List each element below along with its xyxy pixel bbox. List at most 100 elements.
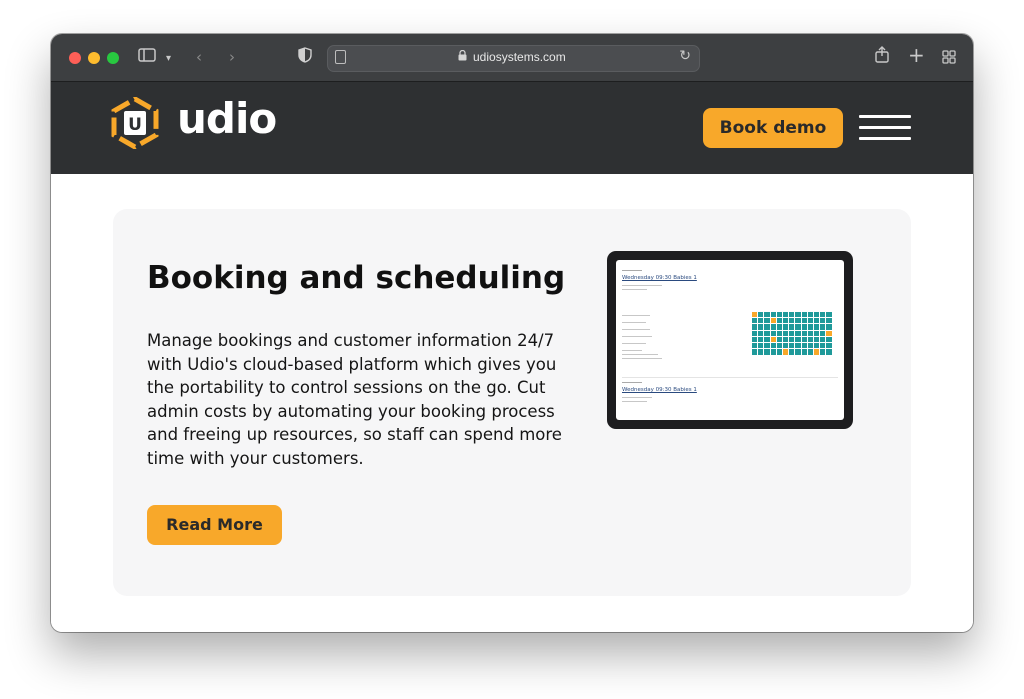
grid-cell — [819, 311, 828, 319]
feature-description: Manage bookings and customer information… — [147, 331, 562, 468]
grid-cell — [775, 317, 784, 326]
grid-cell — [763, 348, 772, 357]
tablet-screenshot-image: Wednesday 09:30 Babies 1 Wednesday 09:30… — [607, 251, 853, 429]
grid-cell — [813, 348, 821, 357]
forward-arrow-icon[interactable]: › — [229, 47, 235, 67]
attendee-row — [622, 350, 642, 351]
grid-cell — [788, 342, 797, 350]
grid-cell — [782, 335, 790, 344]
feature-title: Booking and scheduling — [147, 260, 566, 296]
grid-cell — [775, 342, 784, 350]
grid-cell — [788, 323, 797, 332]
grid-cell — [782, 329, 790, 338]
logo-letter: U — [128, 115, 142, 135]
grid-cell — [751, 311, 759, 319]
reload-icon[interactable]: ↻ — [679, 48, 691, 64]
session-title: Wednesday 09:30 Babies 1 — [622, 387, 697, 393]
grid-cell — [813, 335, 821, 344]
grid-cell — [806, 317, 815, 326]
new-tab-icon[interactable]: + — [908, 45, 925, 65]
logo-wordmark[interactable]: udio — [177, 94, 277, 143]
grid-cell — [763, 311, 772, 319]
sidebar-toggle-icon[interactable] — [138, 47, 156, 67]
attendee-row — [622, 336, 652, 337]
reader-icon[interactable] — [335, 50, 346, 64]
grid-cell — [757, 317, 766, 326]
chevron-down-icon[interactable]: ▾ — [166, 49, 171, 69]
read-more-button[interactable]: Read More — [147, 505, 282, 545]
grid-cell — [751, 342, 759, 350]
tablet-screen: Wednesday 09:30 Babies 1 Wednesday 09:30… — [616, 260, 844, 420]
zoom-window-button[interactable] — [107, 52, 119, 64]
grid-cell — [763, 329, 772, 338]
grid-cell — [757, 335, 766, 344]
grid-cell — [769, 342, 778, 350]
minimize-window-button[interactable] — [88, 52, 100, 64]
session-venue — [622, 401, 647, 402]
grid-cell — [757, 323, 766, 332]
share-icon[interactable] — [875, 46, 889, 68]
divider — [622, 377, 838, 378]
grid-cell — [782, 323, 790, 332]
attendee-row — [622, 354, 658, 355]
grid-cell — [769, 317, 778, 326]
grid-cell — [782, 317, 790, 326]
privacy-shield-icon[interactable] — [298, 47, 312, 68]
close-window-button[interactable] — [69, 52, 81, 64]
grid-cell — [788, 317, 797, 326]
grid-cell — [782, 342, 790, 350]
grid-cell — [788, 329, 797, 338]
grid-cell — [751, 317, 759, 326]
grid-cell — [806, 342, 815, 350]
grid-cell — [775, 329, 784, 338]
book-demo-button[interactable]: Book demo — [703, 108, 843, 148]
attendee-row — [622, 329, 650, 330]
grid-cell — [775, 311, 784, 319]
session-title: Wednesday 09:30 Babies 1 — [622, 275, 697, 281]
grid-cell — [806, 311, 815, 319]
grid-cell — [800, 317, 809, 326]
grid-cell — [819, 323, 828, 332]
grid-cell — [782, 311, 790, 319]
tab-overview-icon[interactable] — [942, 49, 956, 69]
grid-cell — [769, 323, 778, 332]
grid-cell — [794, 317, 803, 326]
grid-cell — [819, 348, 828, 357]
grid-cell — [751, 329, 759, 338]
menu-hamburger-icon[interactable] — [859, 115, 911, 141]
grid-cell — [825, 329, 834, 338]
grid-cell — [800, 329, 809, 338]
page-content: Booking and scheduling Manage bookings a… — [51, 174, 973, 632]
grid-cell — [800, 335, 809, 344]
attendee-row — [622, 315, 650, 316]
grid-cell — [813, 317, 821, 326]
grid-cell — [769, 348, 778, 357]
grid-cell — [825, 342, 834, 350]
grid-cell — [775, 335, 784, 344]
back-arrow-icon[interactable]: ‹ — [196, 47, 202, 67]
grid-cell — [806, 323, 815, 332]
attendee-row — [622, 358, 662, 359]
attendee-row — [622, 322, 646, 323]
session-instructor — [622, 285, 662, 286]
grid-cell — [788, 335, 797, 344]
grid-cell — [800, 342, 809, 350]
grid-cell — [769, 311, 778, 319]
browser-window: ▾ ‹ › udiosystems.com ↻ + U udio Book de… — [51, 34, 973, 632]
grid-cell — [794, 348, 803, 357]
session-date — [622, 382, 642, 383]
feature-card: Booking and scheduling Manage bookings a… — [113, 209, 911, 596]
session-venue — [622, 289, 647, 290]
address-bar[interactable]: udiosystems.com ↻ — [327, 45, 700, 72]
grid-cell — [769, 335, 778, 344]
udio-logo-icon[interactable]: U — [111, 96, 159, 150]
grid-cell — [825, 348, 834, 357]
grid-cell — [757, 348, 766, 357]
grid-cell — [757, 342, 766, 350]
grid-cell — [794, 329, 803, 338]
session-date — [622, 270, 642, 271]
grid-cell — [763, 323, 772, 332]
grid-cell — [806, 348, 815, 357]
grid-cell — [751, 348, 759, 357]
grid-cell — [825, 311, 834, 319]
